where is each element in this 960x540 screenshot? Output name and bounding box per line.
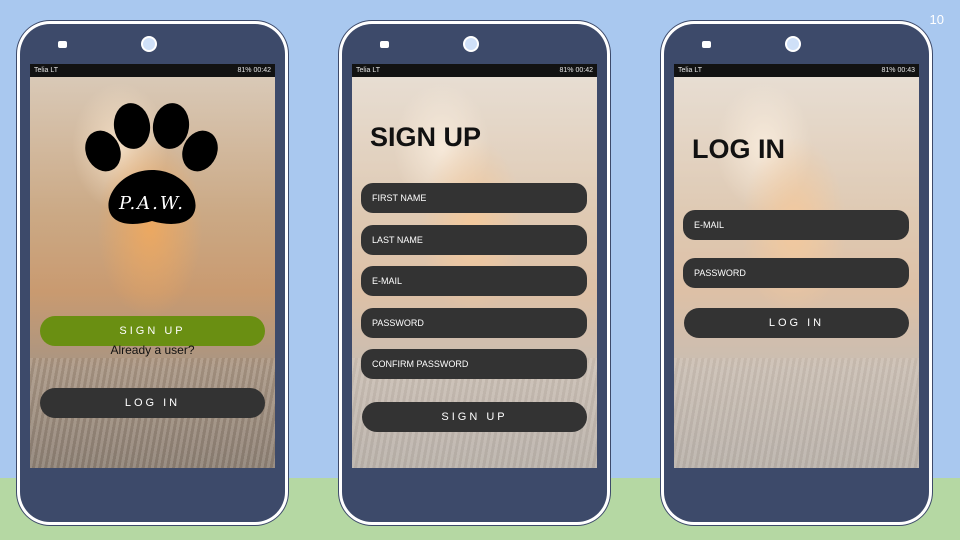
phone-welcome: Telia LT 81% 00:42 P.A.W. SIGN UP Alread… <box>20 24 285 522</box>
camera <box>787 38 799 50</box>
carrier-label: Telia LT <box>356 67 380 74</box>
page-title: SIGN UP <box>370 122 482 152</box>
status-right: 81% 00:42 <box>237 67 271 74</box>
speaker <box>58 41 67 48</box>
password-field[interactable]: PASSWORD <box>361 308 587 338</box>
signup-submit-button[interactable]: SIGN UP <box>362 402 587 432</box>
first-name-field[interactable]: FIRST NAME <box>361 183 587 213</box>
email-field[interactable]: E-MAIL <box>361 266 587 296</box>
status-bar: Telia LT 81% 00:43 <box>674 64 919 77</box>
password-field[interactable]: PASSWORD <box>683 258 909 288</box>
logo-text: P.A.W. <box>118 193 185 214</box>
confirm-password-field[interactable]: CONFIRM PASSWORD <box>361 349 587 379</box>
camera <box>143 38 155 50</box>
signup-button[interactable]: SIGN UP <box>40 316 265 346</box>
status-right: 81% 00:42 <box>559 67 593 74</box>
paw-logo-icon: P.A.W. <box>85 103 218 224</box>
screen-login: Telia LT 81% 00:43 LOG IN E-MAIL PASSWOR… <box>674 64 919 468</box>
speaker <box>380 41 389 48</box>
carrier-label: Telia LT <box>678 67 702 74</box>
screen-welcome: Telia LT 81% 00:42 P.A.W. SIGN UP Alread… <box>30 64 275 468</box>
screen-signup: Telia LT 81% 00:42 SIGN UP FIRST NAME LA… <box>352 64 597 468</box>
page-number: 10 <box>929 12 944 27</box>
camera <box>465 38 477 50</box>
phone-signup: Telia LT 81% 00:42 SIGN UP FIRST NAME LA… <box>342 24 607 522</box>
already-user-label: Already a user? <box>110 343 195 357</box>
last-name-field[interactable]: LAST NAME <box>361 225 587 255</box>
carrier-label: Telia LT <box>34 67 58 74</box>
login-button[interactable]: LOG IN <box>40 388 265 418</box>
phone-login: Telia LT 81% 00:43 LOG IN E-MAIL PASSWOR… <box>664 24 929 522</box>
speaker <box>702 41 711 48</box>
email-field[interactable]: E-MAIL <box>683 210 909 240</box>
login-submit-button[interactable]: LOG IN <box>684 308 909 338</box>
page-title: LOG IN <box>692 134 785 164</box>
status-right: 81% 00:43 <box>881 67 915 74</box>
status-bar: Telia LT 81% 00:42 <box>30 64 275 77</box>
status-bar: Telia LT 81% 00:42 <box>352 64 597 77</box>
